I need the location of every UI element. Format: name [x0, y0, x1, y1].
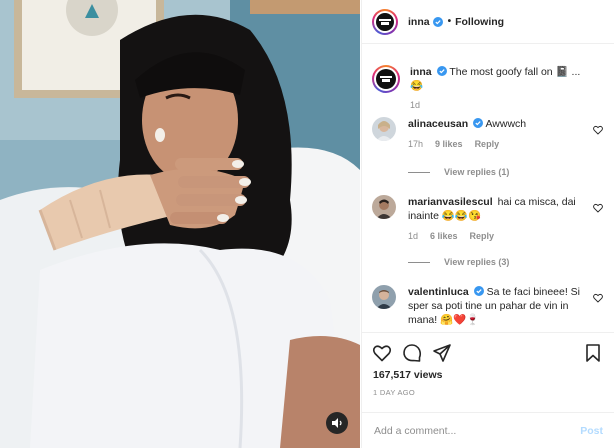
- commenter-avatar[interactable]: [372, 117, 396, 141]
- comment-item: alinaceusan Awwwch 17h 9 likes Reply: [372, 117, 590, 151]
- inna-logo-icon: [379, 18, 391, 25]
- caption-avatar[interactable]: [372, 65, 400, 93]
- header-separator: •: [447, 16, 452, 27]
- author-avatar[interactable]: [372, 8, 398, 35]
- video-frame: [0, 0, 360, 448]
- caption-username[interactable]: inna: [410, 66, 432, 78]
- comment-item: valentinluca Sa te faci bineee! Si sper …: [372, 285, 590, 327]
- commenter-username[interactable]: marianvasilescul: [408, 196, 493, 208]
- post-video[interactable]: [0, 0, 360, 448]
- comment-like-icon[interactable]: [593, 203, 603, 213]
- verified-badge-icon: [473, 118, 484, 128]
- following-button[interactable]: Following: [455, 16, 504, 28]
- reply-button[interactable]: Reply: [475, 137, 500, 151]
- speaker-icon: [332, 418, 342, 428]
- comment-time: 17h: [408, 139, 424, 149]
- view-replies-label: View replies (1): [444, 167, 510, 177]
- comment-text: Awwwch: [485, 118, 527, 130]
- comments-list[interactable]: inna The most goofy fall on 📓 ... 😂 1d a…: [362, 45, 614, 331]
- comment-icon[interactable]: [402, 343, 422, 363]
- mute-button[interactable]: [326, 412, 348, 434]
- commenter-username[interactable]: alinaceusan: [408, 118, 468, 130]
- comment-input[interactable]: [374, 424, 581, 437]
- view-replies-button[interactable]: View replies (1): [408, 167, 509, 177]
- commenter-username[interactable]: valentinluca: [408, 286, 469, 298]
- caption: inna The most goofy fall on 📓 ... 😂 1d: [372, 65, 592, 112]
- author-username[interactable]: inna: [408, 16, 430, 28]
- comment-time: 1d: [408, 231, 419, 241]
- commenter-avatar[interactable]: [372, 285, 396, 309]
- inna-logo-icon: [380, 76, 392, 82]
- comment-like-icon[interactable]: [593, 125, 603, 135]
- post-actions: 167,517 views 1 DAY AGO: [362, 332, 614, 412]
- comment-likes[interactable]: 6 likes: [430, 229, 458, 243]
- caption-time: 1d: [410, 100, 421, 110]
- view-replies-button[interactable]: View replies (3): [408, 257, 509, 267]
- reply-button[interactable]: Reply: [470, 229, 495, 243]
- comment-like-icon[interactable]: [593, 293, 603, 303]
- post-side-panel: inna • Following inna The most goofy fal…: [361, 0, 614, 448]
- caption-text: The most goofy fall on: [449, 66, 553, 78]
- verified-badge-icon: [473, 286, 484, 296]
- comment-item: marianvasilescul hai ca misca, dai inain…: [372, 195, 590, 243]
- post-comment-button[interactable]: Post: [580, 425, 603, 437]
- bookmark-icon[interactable]: [583, 343, 603, 363]
- verified-badge-icon: [432, 16, 443, 27]
- commenter-avatar[interactable]: [372, 195, 396, 219]
- view-replies-label: View replies (3): [444, 257, 510, 267]
- add-comment-bar: Post: [362, 412, 614, 448]
- post-header: inna • Following: [362, 0, 614, 44]
- heart-icon[interactable]: [372, 343, 392, 363]
- verified-badge-icon: [436, 66, 447, 76]
- share-icon[interactable]: [432, 343, 452, 363]
- post-timestamp[interactable]: 1 DAY AGO: [373, 388, 415, 397]
- comment-likes[interactable]: 9 likes: [435, 137, 463, 151]
- view-count[interactable]: 167,517 views: [373, 369, 442, 381]
